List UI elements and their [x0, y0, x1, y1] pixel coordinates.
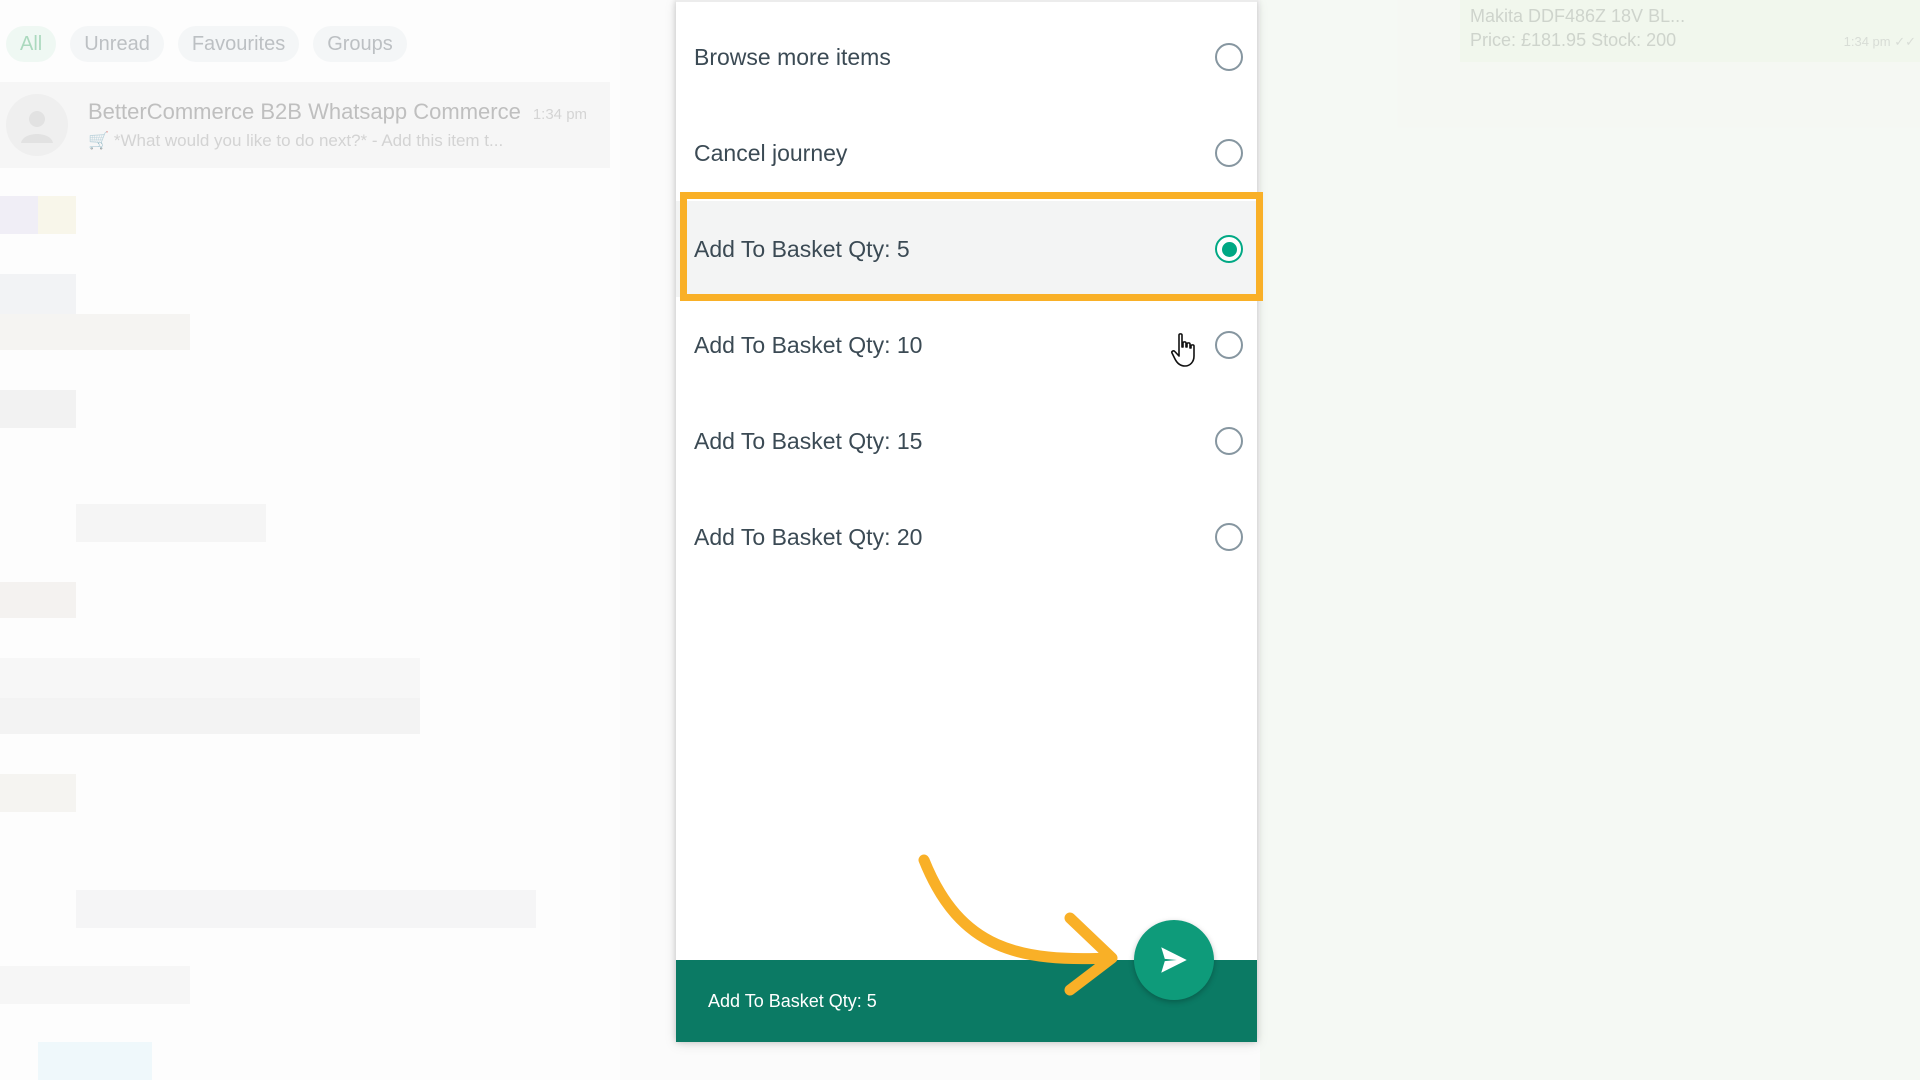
- blurred-chat-rows: [0, 196, 620, 1080]
- option-add-to-basket-qty-20[interactable]: Add To Basket Qty: 20: [676, 489, 1257, 585]
- option-cancel-journey[interactable]: Cancel journey: [676, 105, 1257, 201]
- chat-filters: All Unread Favourites Groups: [0, 26, 407, 62]
- radio-icon[interactable]: [1215, 43, 1243, 71]
- hand-cursor-icon: [1171, 333, 1195, 367]
- option-add-to-basket-qty-15[interactable]: Add To Basket Qty: 15: [676, 393, 1257, 489]
- selected-value-text: Add To Basket Qty: 5: [708, 990, 877, 1011]
- filter-all[interactable]: All: [6, 26, 57, 62]
- arrow-annotation: [918, 854, 1118, 996]
- send-button[interactable]: [1134, 920, 1214, 1000]
- option-label: Add To Basket Qty: 20: [694, 523, 923, 550]
- option-label: Browse more items: [694, 43, 891, 70]
- chat-list-background: All Unread Favourites Groups BetterComme…: [0, 0, 620, 1080]
- message-time: 1:34 pm ✓✓: [1843, 34, 1916, 49]
- chat-name: BetterCommerce B2B Whatsapp Commerce: [88, 99, 521, 124]
- message-product: Makita DDF486Z 18V BL...: [1470, 6, 1686, 26]
- option-browse-more-items[interactable]: Browse more items: [676, 9, 1257, 105]
- send-icon: [1161, 947, 1187, 973]
- radio-icon[interactable]: [1215, 331, 1243, 359]
- chat-time: 1:34 pm: [532, 106, 588, 123]
- message-bubble: Makita DDF486Z 18V BL... Price: £181.95 …: [1460, 0, 1920, 62]
- radio-dot: [1221, 241, 1237, 257]
- radio-icon[interactable]: [1215, 139, 1243, 167]
- default-avatar-icon: [6, 94, 68, 156]
- panel-divider: [676, 0, 1257, 2]
- option-label: Add To Basket Qty: 15: [694, 427, 923, 454]
- filter-groups[interactable]: Groups: [313, 26, 407, 62]
- option-label: Add To Basket Qty: 10: [694, 331, 923, 358]
- option-label: Cancel journey: [694, 139, 848, 166]
- filter-favourites[interactable]: Favourites: [177, 26, 300, 62]
- radio-icon[interactable]: [1215, 523, 1243, 551]
- chat-preview: 🛒 *What would you like to do next?* - Ad…: [88, 131, 504, 150]
- option-label: Add To Basket Qty: 5: [694, 235, 910, 262]
- conversation-background: Makita DDF486Z 18V BL... Price: £181.95 …: [1260, 0, 1920, 1080]
- option-add-to-basket-qty-5[interactable]: Add To Basket Qty: 5: [676, 201, 1257, 297]
- chat-list-item[interactable]: BetterCommerce B2B Whatsapp Commerce 1:3…: [0, 82, 610, 168]
- screen: All Unread Favourites Groups BetterComme…: [0, 0, 1920, 1080]
- filter-unread[interactable]: Unread: [70, 26, 164, 62]
- radio-icon[interactable]: [1215, 427, 1243, 455]
- radio-checked-icon[interactable]: [1215, 235, 1243, 263]
